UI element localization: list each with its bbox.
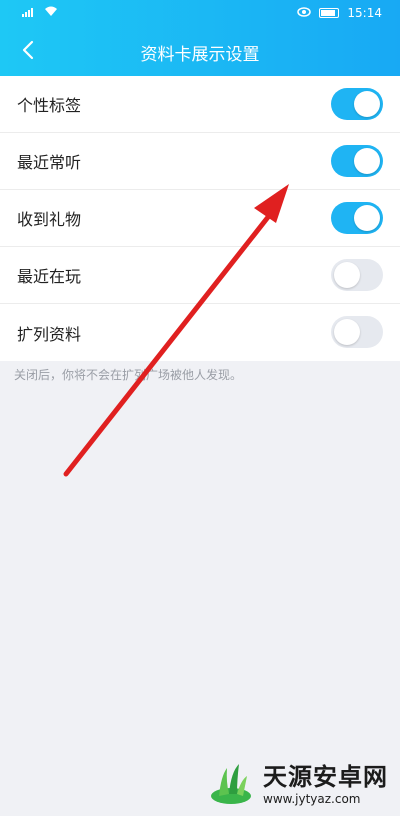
toggle-knob: [334, 262, 360, 288]
watermark-title: 天源安卓网: [263, 763, 388, 791]
watermark: 天源安卓网 www.jytyaz.com: [205, 758, 395, 812]
eye-icon: [297, 6, 312, 20]
toggle-switch-personal-tags[interactable]: [331, 88, 383, 120]
status-right: 15:14: [297, 6, 382, 20]
status-time: 15:14: [347, 6, 382, 20]
toggle-switch-expand-profile[interactable]: [331, 316, 383, 348]
watermark-logo-icon: [205, 758, 257, 812]
status-left: [22, 6, 58, 20]
settings-hint: 关闭后，你将不会在扩列广场被他人发现。: [14, 368, 243, 382]
settings-row-expand-profile: 扩列资料: [0, 304, 400, 361]
title-bar: 资料卡展示设置: [0, 28, 400, 76]
settings-row-recently-listened: 最近常听: [0, 133, 400, 190]
header: 15:14 资料卡展示设置: [0, 0, 400, 76]
row-label: 最近常听: [17, 153, 82, 172]
settings-row-gifts-received: 收到礼物: [0, 190, 400, 247]
settings-row-personal-tags: 个性标签: [0, 76, 400, 133]
row-label: 扩列资料: [17, 324, 82, 344]
toggle-switch-recently-listened[interactable]: [331, 145, 383, 177]
settings-list: 个性标签 最近常听 收到礼物 最近在玩 扩列资料: [0, 76, 400, 361]
wifi-icon: [44, 6, 58, 20]
toggle-knob: [354, 91, 380, 117]
chevron-left-icon: [22, 40, 34, 64]
page-title: 资料卡展示设置: [140, 44, 260, 65]
settings-row-recently-played: 最近在玩: [0, 247, 400, 304]
status-bar: 15:14: [0, 0, 400, 28]
toggle-switch-gifts-received[interactable]: [331, 202, 383, 234]
row-label: 个性标签: [17, 96, 82, 115]
watermark-url: www.jytyaz.com: [263, 792, 361, 806]
row-label: 最近在玩: [17, 267, 82, 286]
toggle-switch-recently-played[interactable]: [331, 259, 383, 291]
back-button[interactable]: [12, 36, 44, 68]
toggle-knob: [354, 148, 380, 174]
toggle-knob: [354, 205, 380, 231]
battery-icon: [319, 8, 340, 18]
signal-icon: [22, 7, 38, 19]
row-label: 收到礼物: [17, 210, 82, 229]
toggle-knob: [334, 319, 360, 345]
